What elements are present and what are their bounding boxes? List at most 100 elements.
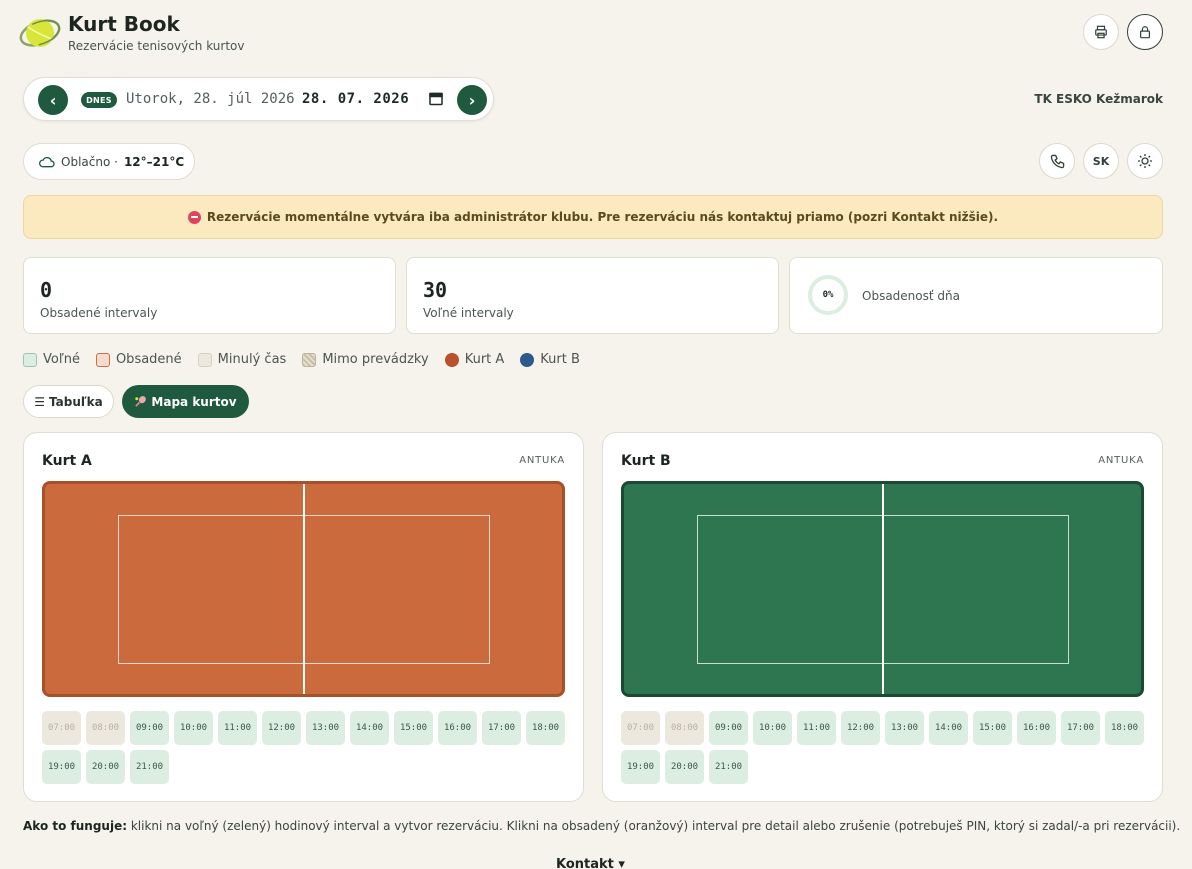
app-subtitle: Rezervácie tenisových kurtov	[68, 39, 245, 53]
court-a-slots: 07:00 08:00 09:00 10:00 11:00 12:00 13:00 14:00…	[42, 711, 568, 784]
court-b-dot	[520, 352, 535, 367]
date-navigator: ‹ DNES Utorok, 28. júl 2026 28. 07. 2026…	[23, 77, 494, 121]
time-slot[interactable]: 15:00	[973, 711, 1012, 745]
club-name: TK ESKO Kežmarok	[1034, 92, 1163, 106]
legend-closed-label: Mimo prevádzky	[322, 352, 429, 367]
court-a-surface: ANTUKA	[519, 455, 565, 466]
alert-text: Rezervácie momentálne vytvára iba admini…	[206, 210, 999, 224]
time-slot[interactable]: 10:00	[174, 711, 213, 745]
legend-occupied-label: Obsadené	[115, 352, 182, 367]
legend-occupied: Obsadené	[95, 352, 182, 367]
time-slot[interactable]: 17:00	[482, 711, 521, 745]
court-b-surface: ANTUKA	[1098, 455, 1144, 466]
date-text: Utorok, 28. júl 2026	[126, 91, 295, 107]
calendar-icon[interactable]	[429, 91, 443, 106]
no-entry-icon	[187, 210, 201, 224]
court-a-title: Kurt A	[42, 453, 92, 469]
weather-temperature: 12°–21°C	[123, 154, 185, 169]
court-b-net	[882, 484, 884, 694]
time-slot[interactable]: 17:00	[1061, 711, 1100, 745]
time-slot[interactable]: 10:00	[753, 711, 792, 745]
court-card-a: Kurt A ANTUKA 07:00 08:00 09:00 10:00 11:00 1…	[23, 432, 584, 802]
admin-lock-button[interactable]	[1127, 14, 1163, 50]
date-input[interactable]: 28. 07. 2026	[302, 91, 409, 107]
howto-body: klikni na voľný (zelený) hodinový interv…	[130, 819, 1181, 833]
today-button[interactable]: DNES	[81, 92, 117, 108]
occupancy-label: Obsadenosť dňa	[862, 289, 960, 303]
next-day-button[interactable]: ›	[457, 85, 487, 115]
legend: Voľné Obsadené Minulý čas Mimo prevádzky…	[23, 352, 580, 367]
time-slot: 07:00	[621, 711, 660, 745]
legend-closed-swatch	[302, 352, 317, 367]
legend-closed: Mimo prevádzky	[302, 352, 429, 367]
legend-court-a: Kurt A	[444, 352, 505, 367]
time-slot[interactable]: 14:00	[350, 711, 389, 745]
legend-past-label: Minulý čas	[217, 352, 287, 367]
time-slot[interactable]: 16:00	[1017, 711, 1056, 745]
legend-free-swatch	[23, 352, 37, 367]
court-a-net	[303, 484, 305, 694]
court-a-dot	[444, 352, 459, 367]
legend-free-label: Voľné	[43, 352, 80, 367]
free-count: 30	[423, 278, 448, 302]
table-view-button[interactable]: ☰ Tabuľka	[23, 385, 114, 418]
printer-icon	[1095, 25, 1107, 39]
legend-free: Voľné	[23, 352, 80, 367]
language-button[interactable]: SK	[1083, 143, 1119, 179]
map-view-label: Mapa kurtov	[151, 394, 237, 409]
court-b-title: Kurt B	[621, 453, 671, 469]
time-slot[interactable]: 18:00	[526, 711, 565, 745]
legend-occupied-swatch	[95, 352, 110, 367]
time-slot[interactable]: 12:00	[262, 711, 301, 745]
occupied-count: 0	[40, 278, 53, 302]
weather-condition: Oblačno ·	[61, 154, 118, 169]
weather-widget: Oblačno · 12°–21°C	[23, 143, 195, 180]
time-slot[interactable]: 19:00	[42, 750, 81, 784]
contact-toggle[interactable]: Kontakt ▾	[556, 857, 625, 869]
time-slot[interactable]: 15:00	[394, 711, 433, 745]
court-b-slots: 07:00 08:00 09:00 10:00 11:00 12:00 13:00 14:00…	[621, 711, 1147, 784]
phone-icon	[1050, 154, 1064, 168]
stat-occupied: 0 Obsadené intervaly	[23, 257, 396, 334]
prev-day-button[interactable]: ‹	[38, 85, 68, 115]
court-card-b: Kurt B ANTUKA 07:00 08:00 09:00 10:00 11:00 1…	[602, 432, 1163, 802]
time-slot[interactable]: 13:00	[885, 711, 924, 745]
map-view-button[interactable]: Mapa kurtov	[122, 385, 249, 418]
occupied-label: Obsadené intervaly	[40, 306, 158, 320]
court-a-map[interactable]	[42, 481, 565, 697]
court-b-map[interactable]	[621, 481, 1144, 697]
legend-court-b-label: Kurt B	[540, 352, 580, 367]
time-slot[interactable]: 21:00	[709, 750, 748, 784]
time-slot[interactable]: 14:00	[929, 711, 968, 745]
time-slot[interactable]: 12:00	[841, 711, 880, 745]
time-slot[interactable]: 19:00	[621, 750, 660, 784]
time-slot[interactable]: 21:00	[130, 750, 169, 784]
print-button[interactable]	[1083, 14, 1119, 50]
table-view-label: Tabuľka	[49, 394, 103, 409]
time-slot[interactable]: 18:00	[1105, 711, 1144, 745]
legend-past: Minulý čas	[197, 352, 287, 367]
time-slot[interactable]: 11:00	[797, 711, 836, 745]
occupancy-ring: 0%	[808, 275, 848, 315]
time-slot: 07:00	[42, 711, 81, 745]
time-slot[interactable]: 13:00	[306, 711, 345, 745]
time-slot[interactable]: 11:00	[218, 711, 257, 745]
free-label: Voľné intervaly	[423, 306, 514, 320]
time-slot[interactable]: 09:00	[130, 711, 169, 745]
legend-past-swatch	[197, 352, 212, 367]
legend-court-b: Kurt B	[520, 352, 580, 367]
time-slot[interactable]: 20:00	[665, 750, 704, 784]
theme-toggle-button[interactable]	[1127, 143, 1163, 179]
time-slot: 08:00	[86, 711, 125, 745]
time-slot[interactable]: 09:00	[709, 711, 748, 745]
admin-only-alert: Rezervácie momentálne vytvára iba admini…	[23, 195, 1163, 239]
tennis-ball-logo	[19, 19, 61, 47]
phone-button[interactable]	[1039, 143, 1075, 179]
time-slot[interactable]: 20:00	[86, 750, 125, 784]
app-title: Kurt Book	[68, 12, 180, 36]
cloud-icon	[39, 156, 55, 167]
legend-court-a-label: Kurt A	[464, 352, 505, 367]
howto-label: Ako to funguje:	[23, 819, 128, 833]
sun-icon	[1138, 154, 1152, 168]
time-slot[interactable]: 16:00	[438, 711, 477, 745]
